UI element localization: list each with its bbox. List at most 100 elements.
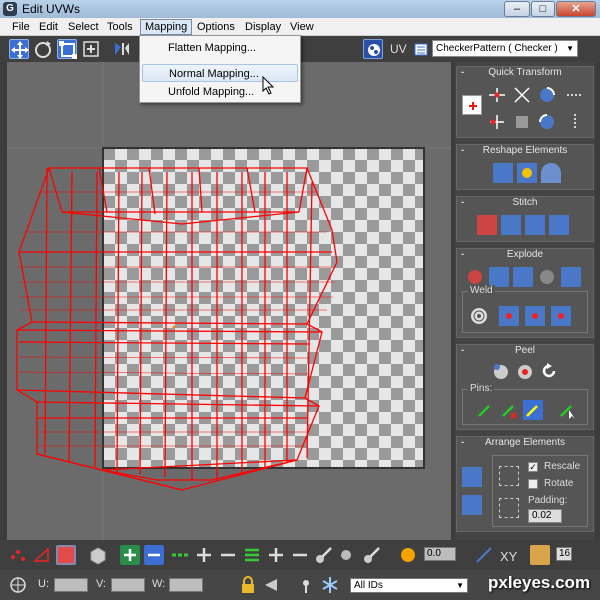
zoom-value[interactable]: 16 [556, 547, 572, 561]
menu-tools[interactable]: Tools [107, 21, 133, 33]
texture-select[interactable]: CheckerPattern ( Checker ) ▼ [432, 40, 578, 57]
relax-until-flat-icon[interactable] [541, 163, 561, 183]
pack-together-icon[interactable] [462, 495, 482, 515]
auto-pin-icon[interactable] [523, 400, 543, 420]
element-mode-icon[interactable] [88, 545, 108, 565]
pivot-center-icon[interactable] [462, 95, 482, 115]
pin-icon[interactable] [475, 400, 495, 420]
soft-select-icon[interactable] [398, 545, 418, 565]
align-edge-icon[interactable] [487, 112, 507, 132]
menu-view[interactable]: View [290, 21, 314, 33]
rollout-head-arrange[interactable]: - Arrange Elements [457, 437, 593, 450]
weld-target-icon[interactable] [525, 306, 545, 326]
maximize-button[interactable]: □ [531, 1, 555, 17]
rollout-toggle[interactable]: - [461, 437, 464, 448]
freeze-icon[interactable] [296, 575, 316, 595]
stitch-average-icon[interactable] [501, 215, 521, 235]
rescale-checkbox[interactable]: ✓ [528, 462, 538, 472]
pack-recenter-icon[interactable] [499, 498, 519, 518]
weld-threshold-icon[interactable] [469, 306, 489, 326]
relax-icon[interactable] [517, 163, 537, 183]
rotate-icon[interactable] [33, 39, 53, 59]
snowflake-icon[interactable] [320, 575, 340, 595]
flatten-mapping-item[interactable]: Flatten Mapping... [142, 39, 298, 57]
show-map-icon[interactable] [363, 39, 383, 59]
minimize-button[interactable]: – [504, 1, 530, 17]
rollout-toggle[interactable]: - [461, 249, 464, 260]
grid-snap-icon[interactable] [530, 545, 550, 565]
rollout-toggle[interactable]: - [461, 345, 464, 356]
unpin-icon[interactable] [499, 400, 519, 420]
menu-edit[interactable]: Edit [39, 21, 58, 33]
stitch-to-target-icon[interactable] [525, 215, 545, 235]
loop-shrink-icon[interactable] [290, 545, 310, 565]
grow-selection-icon[interactable] [120, 545, 140, 565]
menu-select[interactable]: Select [68, 21, 99, 33]
menu-display[interactable]: Display [245, 21, 281, 33]
pack-normalize-icon[interactable] [462, 467, 482, 487]
falloff-type-icon[interactable] [474, 545, 494, 565]
mirror-icon[interactable] [112, 39, 132, 59]
weld-all-icon[interactable] [551, 306, 571, 326]
freeform-icon[interactable] [81, 39, 101, 59]
move-icon[interactable] [9, 39, 29, 59]
absolute-offset-icon[interactable] [8, 575, 28, 595]
rollout-toggle[interactable]: - [461, 145, 464, 156]
rollout-head-stitch[interactable]: - Stitch [457, 197, 593, 210]
break-by-material-icon[interactable] [489, 267, 509, 287]
stitch-to-source-icon[interactable] [477, 215, 497, 235]
select-pins-icon[interactable] [557, 400, 577, 420]
flatten-by-polygon-icon[interactable] [513, 267, 533, 287]
rotate-cw-icon[interactable] [537, 112, 557, 132]
lock-icon[interactable] [238, 575, 258, 595]
w-field[interactable] [169, 578, 203, 592]
align-vertical-icon[interactable] [512, 85, 532, 105]
ring-grow-icon[interactable] [194, 545, 214, 565]
paint-grow-icon[interactable] [338, 545, 358, 565]
break-icon[interactable] [537, 267, 557, 287]
rotate-checkbox[interactable] [528, 479, 538, 489]
padding-input[interactable]: 0.02 [528, 509, 562, 523]
material-id-select[interactable]: All IDs ▼ [350, 578, 468, 593]
loop-grow-icon[interactable] [266, 545, 286, 565]
paint-shrink-icon[interactable] [362, 545, 382, 565]
coordinate-icon[interactable] [411, 39, 431, 59]
close-button[interactable]: ✕ [556, 1, 596, 17]
hide-icon[interactable] [262, 575, 282, 595]
v-field[interactable] [111, 578, 145, 592]
weld-selected-icon[interactable] [499, 306, 519, 326]
u-field[interactable] [54, 578, 88, 592]
falloff-input[interactable]: 0.0 [424, 547, 456, 561]
ring-shrink-icon[interactable] [218, 545, 238, 565]
loop-icon[interactable] [242, 545, 262, 565]
align-horizontal-icon[interactable] [487, 85, 507, 105]
menu-options[interactable]: Options [197, 21, 235, 33]
detach-icon[interactable] [561, 267, 581, 287]
vertex-mode-icon[interactable] [8, 545, 28, 565]
stitch-custom-icon[interactable] [549, 215, 569, 235]
quick-peel-icon[interactable] [491, 361, 511, 381]
face-mode-icon[interactable] [56, 545, 76, 565]
menu-file[interactable]: File [12, 21, 30, 33]
pack-custom-icon[interactable] [499, 466, 519, 486]
rollout-toggle[interactable]: - [461, 197, 464, 208]
scale-icon[interactable] [57, 39, 77, 59]
reset-peel-icon[interactable] [539, 361, 559, 381]
space-vertical-icon[interactable] [565, 112, 585, 132]
break-by-smoothing-icon[interactable] [465, 267, 485, 287]
uv-viewport[interactable] [7, 62, 451, 540]
straighten-icon[interactable] [512, 112, 532, 132]
rollout-head-explode[interactable]: - Explode [457, 249, 593, 262]
menu-mapping[interactable]: Mapping [140, 19, 193, 35]
straighten-selection-icon[interactable] [493, 163, 513, 183]
shrink-selection-icon[interactable] [144, 545, 164, 565]
rotate-ccw-icon[interactable] [537, 85, 557, 105]
edge-mode-icon[interactable] [32, 545, 52, 565]
rollout-toggle[interactable]: - [461, 67, 464, 78]
peel-mode-icon[interactable] [515, 361, 535, 381]
space-horizontal-icon[interactable] [565, 85, 585, 105]
paint-select-icon[interactable] [314, 545, 334, 565]
rollout-head-reshape[interactable]: - Reshape Elements [457, 145, 593, 158]
rollout-head-peel[interactable]: - Peel [457, 345, 593, 358]
rollout-head-quick-transform[interactable]: - Quick Transform [457, 67, 593, 80]
